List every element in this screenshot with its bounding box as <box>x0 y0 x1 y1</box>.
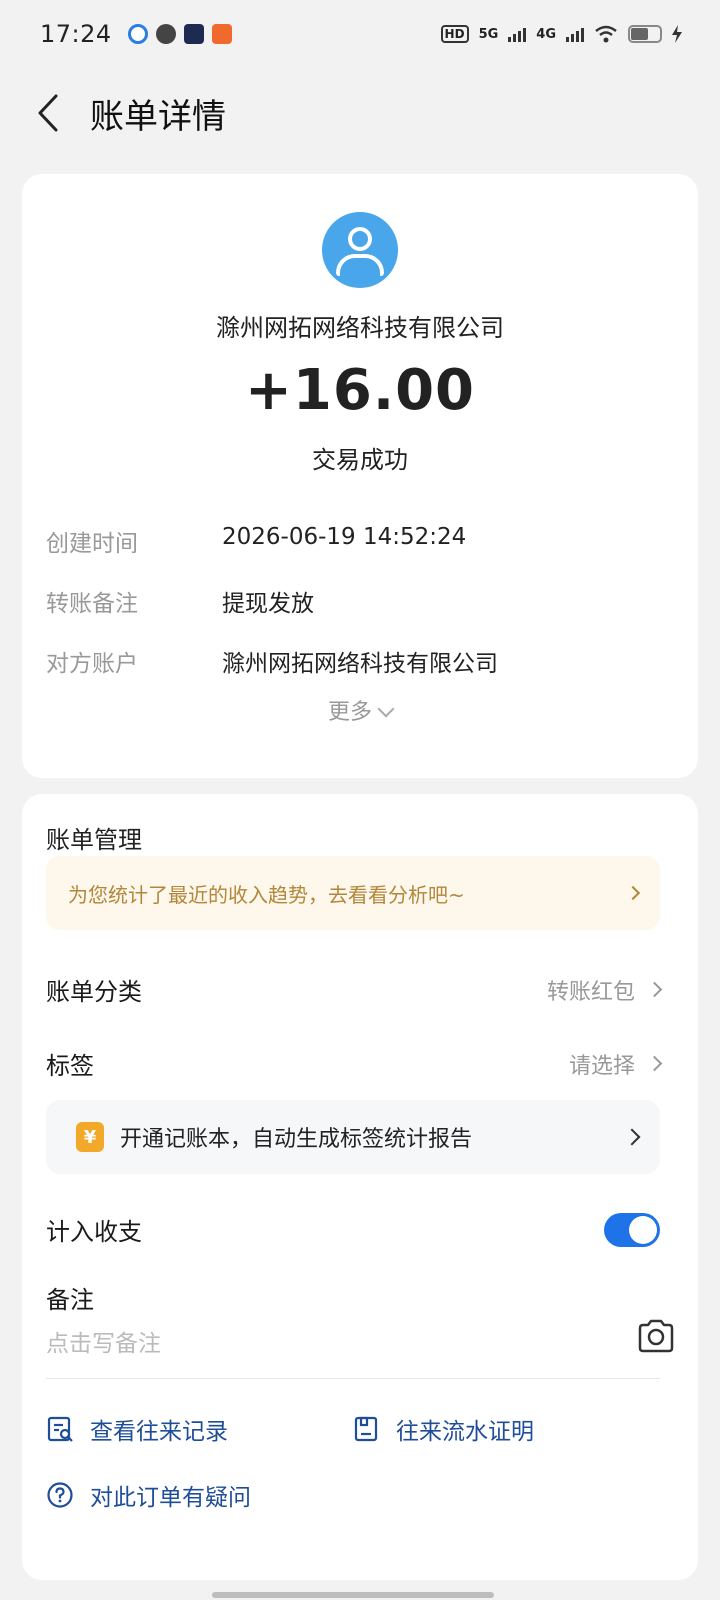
transaction-proof-link[interactable]: 往来流水证明 <box>352 1412 534 1446</box>
network-5g-label: 5G <box>478 26 499 42</box>
chevron-right-icon <box>625 885 641 901</box>
detail-value: 2026-06-19 14:52:24 <box>222 524 467 550</box>
row-value: 请选择 <box>568 1053 635 1079</box>
chevron-down-icon <box>377 700 395 718</box>
page-header: 账单详情 <box>0 68 720 158</box>
page-title: 账单详情 <box>90 96 226 137</box>
row-value: 转账红包 <box>546 979 635 1005</box>
detail-row-transfer-note: 转账备注 提现发放 <box>46 584 676 618</box>
document-icon <box>354 1416 378 1442</box>
transaction-card: 滁州网拓网络科技有限公司 +16.00 交易成功 创建时间 2026-06-19… <box>22 174 698 778</box>
yen-icon: ¥ <box>76 1122 104 1152</box>
chevron-left-icon <box>38 94 58 132</box>
ledger-banner[interactable]: ¥ 开通记账本，自动生成标签统计报告 <box>46 1100 660 1174</box>
avatar <box>322 212 398 288</box>
action-label: 往来流水证明 <box>396 1419 534 1445</box>
back-button[interactable] <box>18 83 78 143</box>
counterparty-name: 滁州网拓网络科技有限公司 <box>216 314 504 342</box>
battery-icon <box>628 25 662 43</box>
detail-row-created-time: 创建时间 2026-06-19 14:52:24 <box>46 524 676 558</box>
row-label: 标签 <box>46 1052 94 1080</box>
notification-icons <box>127 24 232 44</box>
detail-label: 创建时间 <box>46 531 138 557</box>
status-bar: 17:24 HD 5G 4G <box>0 0 720 68</box>
include-in-stats-toggle[interactable] <box>604 1212 660 1247</box>
tag-row[interactable]: 标签 请选择 <box>46 1046 663 1081</box>
app-notification-icon <box>183 24 204 44</box>
app-notification-icon <box>211 24 232 44</box>
more-label: 更多 <box>327 700 372 725</box>
status-time: 17:24 <box>40 20 112 48</box>
home-indicator[interactable] <box>212 1592 494 1598</box>
question-icon <box>47 1482 73 1508</box>
transaction-amount: +16.00 <box>244 358 476 423</box>
include-in-stats-row: 计入收支 <box>46 1212 660 1247</box>
bill-management-card: 账单管理 为您统计了最近的收入趋势，去看看分析吧~ 账单分类 转账红包 标签 请… <box>22 794 698 1580</box>
detail-row-counterparty-account: 对方账户 滁州网拓网络科技有限公司 <box>46 644 676 678</box>
income-trend-banner[interactable]: 为您统计了最近的收入趋势，去看看分析吧~ <box>46 856 660 930</box>
row-label: 账单分类 <box>46 978 142 1006</box>
transaction-status: 交易成功 <box>312 446 408 474</box>
ledger-text: 开通记账本，自动生成标签统计报告 <box>120 1127 473 1152</box>
row-label: 备注 <box>46 1286 94 1314</box>
row-label: 计入收支 <box>46 1218 142 1246</box>
status-indicators: HD 5G 4G <box>440 25 682 43</box>
memo-input[interactable]: 点击写备注 <box>46 1324 616 1358</box>
view-history-link[interactable]: 查看往来记录 <box>46 1412 228 1446</box>
camera-icon[interactable] <box>636 1318 676 1354</box>
app-notification-icon <box>155 24 176 44</box>
divider <box>46 1378 660 1379</box>
detail-label: 对方账户 <box>46 651 138 677</box>
promo-text: 为您统计了最近的收入趋势，去看看分析吧~ <box>68 882 465 907</box>
chevron-right-icon <box>646 1055 663 1072</box>
section-title: 账单管理 <box>46 826 142 854</box>
order-question-link[interactable]: 对此订单有疑问 <box>46 1478 251 1512</box>
record-search-icon <box>47 1416 73 1442</box>
chevron-right-icon <box>623 1128 641 1146</box>
detail-value: 滁州网拓网络科技有限公司 <box>222 651 498 677</box>
avatar-head-shape <box>348 227 372 251</box>
signal-icon <box>566 26 584 42</box>
wifi-icon <box>595 25 617 43</box>
bill-category-row[interactable]: 账单分类 转账红包 <box>46 972 663 1007</box>
detail-value: 提现发放 <box>222 591 314 617</box>
more-button[interactable]: 更多 <box>22 694 698 726</box>
app-notification-icon <box>127 24 148 44</box>
action-label: 查看往来记录 <box>90 1419 228 1445</box>
signal-icon <box>508 26 527 42</box>
memo-row: 备注 <box>46 1280 660 1315</box>
charging-icon <box>672 25 682 43</box>
action-label: 对此订单有疑问 <box>90 1485 251 1511</box>
network-4g-label: 4G <box>536 26 556 42</box>
chevron-right-icon <box>646 981 663 998</box>
avatar-body-shape <box>336 254 384 276</box>
detail-label: 转账备注 <box>46 591 138 617</box>
hd-voice-icon: HD <box>440 25 469 43</box>
